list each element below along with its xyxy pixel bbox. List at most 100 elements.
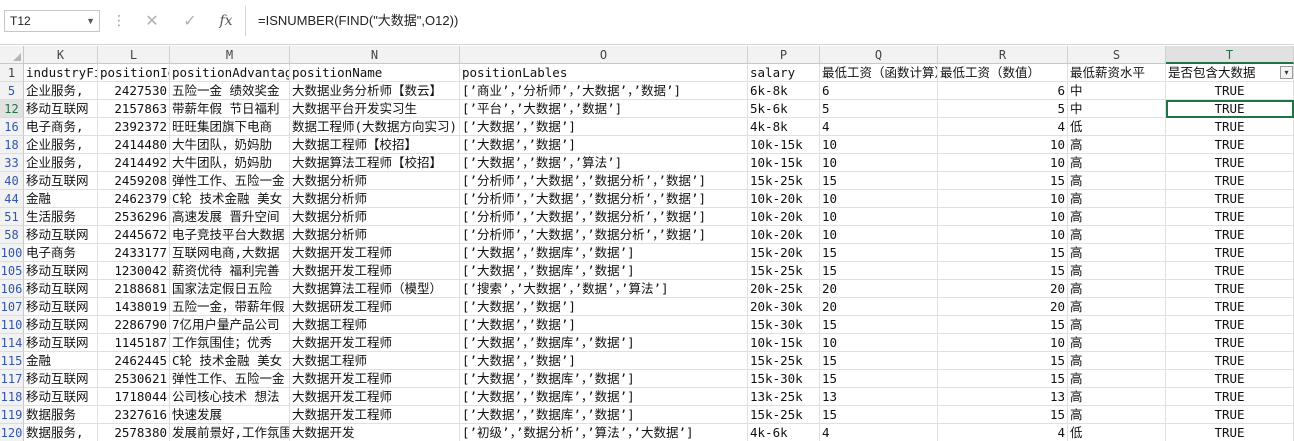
header-cell-m[interactable]: positionAdvantage (170, 64, 290, 82)
table-cell[interactable]: [’平台’，’大数据’，’数据’] (460, 100, 748, 118)
table-cell[interactable]: 移动互联网 (24, 334, 98, 352)
name-box[interactable]: T12 ▼ (4, 10, 100, 32)
table-cell[interactable]: 15 (938, 352, 1068, 370)
row-header-114[interactable]: 114 (0, 334, 24, 352)
row-header-100[interactable]: 100 (0, 244, 24, 262)
table-cell[interactable]: 大数据分析师 (290, 172, 460, 190)
table-cell[interactable]: 大数据工程师 (290, 316, 460, 334)
table-cell[interactable]: 15 (820, 370, 938, 388)
table-cell[interactable]: 15k-30k (748, 316, 820, 334)
table-cell[interactable]: [’大数据’，’数据库’，’数据’] (460, 244, 748, 262)
table-cell[interactable]: [’大数据’，’数据库’，’数据’] (460, 262, 748, 280)
column-header-n[interactable]: N (290, 46, 460, 64)
table-cell[interactable]: TRUE (1166, 136, 1294, 154)
table-cell[interactable]: 大数据开发工程师 (290, 334, 460, 352)
table-cell[interactable]: 电子商务 (24, 244, 98, 262)
table-cell[interactable]: 10 (938, 226, 1068, 244)
table-cell[interactable]: 4 (938, 424, 1068, 441)
column-header-l[interactable]: L (98, 46, 170, 64)
table-cell[interactable]: 15 (820, 172, 938, 190)
insert-function-icon[interactable]: fx (214, 10, 238, 32)
table-cell[interactable]: 高速发展 晋升空间 (170, 208, 290, 226)
table-cell[interactable]: 高 (1068, 298, 1166, 316)
table-cell[interactable]: 10k-15k (748, 136, 820, 154)
table-cell[interactable]: 五险一金，带薪年假 (170, 298, 290, 316)
table-cell[interactable]: 高 (1068, 262, 1166, 280)
table-cell[interactable]: TRUE (1166, 334, 1294, 352)
row-header-110[interactable]: 110 (0, 316, 24, 334)
table-cell[interactable]: 带薪年假 节日福利 (170, 100, 290, 118)
table-cell[interactable]: 公司核心技术 想法 (170, 388, 290, 406)
table-cell[interactable]: 2392372 (98, 118, 170, 136)
table-cell[interactable]: 10 (820, 190, 938, 208)
table-cell[interactable]: [’大数据’，’数据’] (460, 298, 748, 316)
table-cell[interactable]: 移动互联网 (24, 388, 98, 406)
table-cell[interactable]: 15k-25k (748, 352, 820, 370)
table-cell[interactable]: TRUE (1166, 262, 1294, 280)
column-header-o[interactable]: O (460, 46, 748, 64)
table-cell[interactable]: 移动互联网 (24, 370, 98, 388)
table-cell[interactable]: 2414492 (98, 154, 170, 172)
table-cell[interactable]: [’初级’，’数据分析’，’算法’，’大数据’] (460, 424, 748, 441)
formula-input[interactable]: =ISNUMBER(FIND("大数据",O12)) (258, 10, 458, 32)
table-cell[interactable]: 大数据算法工程师（模型） (290, 280, 460, 298)
table-cell[interactable]: TRUE (1166, 406, 1294, 424)
table-cell[interactable]: [’大数据’，’数据库’，’数据’] (460, 406, 748, 424)
table-cell[interactable]: [’分析师’，’大数据’，’数据分析’，’数据’] (460, 226, 748, 244)
table-cell[interactable]: 6 (820, 82, 938, 100)
table-cell[interactable]: 1145187 (98, 334, 170, 352)
table-cell[interactable]: 大数据业务分析师【数云】 (290, 82, 460, 100)
chevron-down-icon[interactable]: ▼ (86, 11, 95, 31)
table-cell[interactable]: 20 (938, 280, 1068, 298)
header-cell-s[interactable]: 最低薪资水平 (1068, 64, 1166, 82)
table-cell[interactable]: 10 (820, 334, 938, 352)
table-cell[interactable]: 2157863 (98, 100, 170, 118)
table-cell[interactable]: 20 (820, 298, 938, 316)
table-cell[interactable]: 大牛团队，奶妈肋 (170, 136, 290, 154)
table-cell[interactable]: 5 (938, 100, 1068, 118)
table-cell[interactable]: TRUE (1166, 82, 1294, 100)
table-cell[interactable]: 10k-20k (748, 226, 820, 244)
table-cell[interactable]: C轮 技术金融 美女 (170, 352, 290, 370)
table-cell[interactable]: 2427530 (98, 82, 170, 100)
table-cell[interactable]: 大数据工程师【校招】 (290, 136, 460, 154)
table-cell[interactable]: 2414480 (98, 136, 170, 154)
table-cell[interactable]: 7亿用户量产品公司 (170, 316, 290, 334)
table-cell[interactable]: 高 (1068, 334, 1166, 352)
table-cell[interactable]: 1438019 (98, 298, 170, 316)
table-cell[interactable]: 大牛团队，奶妈肋 (170, 154, 290, 172)
table-cell[interactable]: 移动互联网 (24, 226, 98, 244)
table-cell[interactable]: 高 (1068, 388, 1166, 406)
table-cell[interactable]: 10 (938, 208, 1068, 226)
column-header-m[interactable]: M (170, 46, 290, 64)
table-cell[interactable]: 13 (820, 388, 938, 406)
table-cell[interactable]: TRUE (1166, 226, 1294, 244)
table-cell[interactable]: TRUE (1166, 280, 1294, 298)
table-cell[interactable]: 2536296 (98, 208, 170, 226)
header-cell-q[interactable]: 最低工资（函数计算） (820, 64, 938, 82)
header-cell-p[interactable]: salary (748, 64, 820, 82)
table-cell[interactable]: TRUE (1166, 118, 1294, 136)
table-cell[interactable]: 高 (1068, 136, 1166, 154)
table-cell[interactable]: [’大数据’，’数据’] (460, 352, 748, 370)
table-cell[interactable]: 大数据分析师 (290, 226, 460, 244)
table-cell[interactable]: 15 (938, 244, 1068, 262)
row-header-117[interactable]: 117 (0, 370, 24, 388)
table-cell[interactable]: 高 (1068, 244, 1166, 262)
table-cell[interactable]: 大数据算法工程师【校招】 (290, 154, 460, 172)
header-cell-o[interactable]: positionLables (460, 64, 748, 82)
table-cell[interactable]: 4 (820, 118, 938, 136)
table-cell[interactable]: 中 (1068, 100, 1166, 118)
table-cell[interactable]: TRUE (1166, 244, 1294, 262)
table-cell[interactable]: 2459208 (98, 172, 170, 190)
table-cell[interactable]: 2462379 (98, 190, 170, 208)
table-cell[interactable]: 6 (938, 82, 1068, 100)
table-cell[interactable]: 高 (1068, 280, 1166, 298)
table-cell[interactable]: 大数据开发工程师 (290, 388, 460, 406)
column-header-s[interactable]: S (1068, 46, 1166, 64)
table-cell[interactable]: 低 (1068, 118, 1166, 136)
table-cell[interactable]: [’商业’，’分析师’，’大数据’，’数据’] (460, 82, 748, 100)
table-cell[interactable]: TRUE (1166, 172, 1294, 190)
table-cell[interactable]: 大数据研发工程师 (290, 298, 460, 316)
table-cell[interactable]: 移动互联网 (24, 172, 98, 190)
